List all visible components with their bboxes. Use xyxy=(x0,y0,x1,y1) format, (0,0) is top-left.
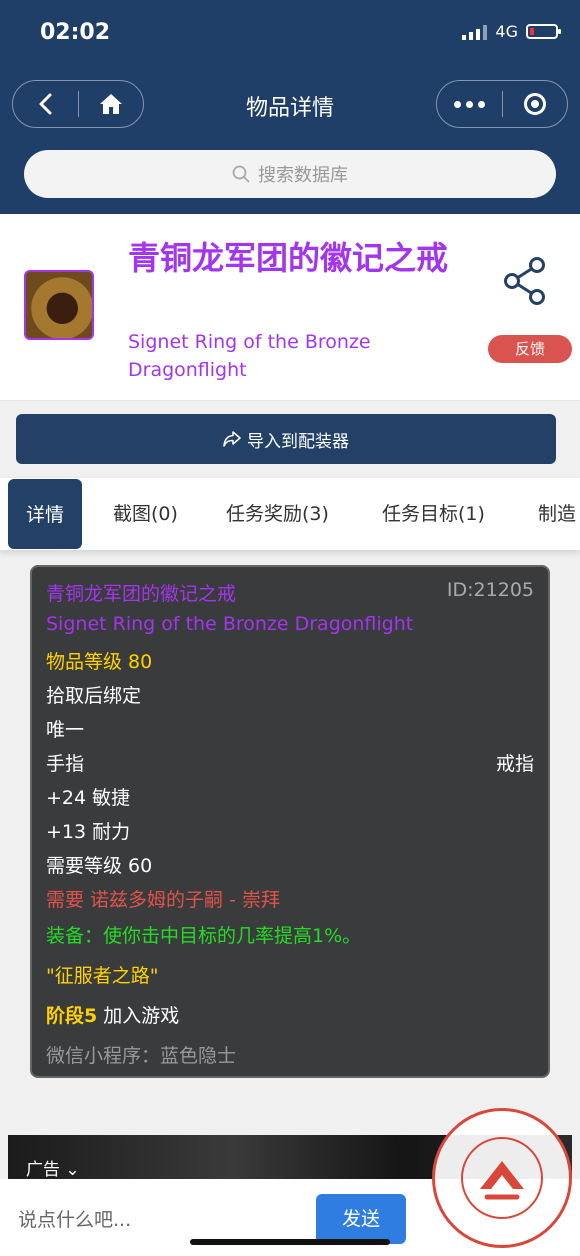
ring-icon xyxy=(24,270,94,340)
tooltip-name-en: Signet Ring of the Bronze Dragonflight xyxy=(46,613,414,635)
feedback-button[interactable]: 反馈 xyxy=(488,335,572,363)
close-miniprogram-button[interactable] xyxy=(503,81,568,127)
item-name-cn: 青铜龙军团的徽记之戒 xyxy=(128,239,449,277)
tooltip-stat-agility: +24 敏捷 xyxy=(46,787,131,809)
item-name-en: Signet Ring of the Bronze Dragonflight xyxy=(128,331,371,381)
tab-bar: 详情 截图(0) 任务奖励(3) 任务目标(1) 制造 xyxy=(0,478,580,550)
tooltip-required-reputation: 需要 诺兹多姆的子嗣 - 崇拜 xyxy=(46,889,280,911)
item-tooltip: 青铜龙军团的徽记之戒 ID:21205 Signet Ring of the B… xyxy=(30,565,550,1078)
ad-label-text: 广告 xyxy=(26,1160,60,1180)
import-to-gear-planner-button[interactable]: 导入到配装器 xyxy=(16,414,556,464)
share-arrow-icon xyxy=(223,431,241,447)
nav-right-capsule xyxy=(436,80,568,128)
top-bar: 02:02 4G 物品详情 搜索数据库 xyxy=(0,0,580,214)
tooltip-slot: 手指 xyxy=(46,753,85,775)
comment-input[interactable]: 说点什么吧... xyxy=(18,1205,131,1232)
tooltip-source: 微信小程序：蓝色隐士 xyxy=(46,1045,237,1067)
search-input[interactable]: 搜索数据库 xyxy=(24,150,556,198)
tooltip-phase-text: 加入游戏 xyxy=(103,1005,180,1027)
tooltip-equip-effect: 装备：使你击中目标的几率提高1%。 xyxy=(46,925,362,947)
tooltip-unique: 唯一 xyxy=(46,719,85,741)
battery-icon xyxy=(526,24,561,39)
seal-emblem-icon xyxy=(461,1137,543,1219)
tooltip-bind: 拾取后绑定 xyxy=(46,685,142,707)
tab-quest-objectives[interactable]: 任务目标(1) xyxy=(382,478,485,550)
signal-icon xyxy=(462,24,488,40)
watermark-seal-logo xyxy=(432,1108,572,1248)
item-header: 青铜龙军团的徽记之戒 Signet Ring of the Bronze Dra… xyxy=(0,214,580,401)
more-button[interactable] xyxy=(437,81,502,127)
network-type: 4G xyxy=(495,22,518,41)
status-indicators: 4G xyxy=(462,22,561,41)
tooltip-phase: 阶段5 加入游戏 xyxy=(46,1001,179,1028)
share-icon xyxy=(504,257,545,305)
tooltip-name: 青铜龙军团的徽记之戒 xyxy=(46,583,237,605)
status-time: 02:02 xyxy=(40,20,111,45)
tooltip-flavor-text: "征服者之路" xyxy=(46,965,159,987)
import-label: 导入到配装器 xyxy=(247,431,349,452)
tooltip-type: 戒指 xyxy=(495,753,534,775)
ad-label[interactable]: 广告 ⌄ xyxy=(26,1155,80,1180)
tooltip-id: ID:21205 xyxy=(446,579,534,601)
send-button[interactable]: 发送 xyxy=(316,1194,406,1244)
target-icon xyxy=(523,93,546,115)
tooltip-required-level: 需要等级 60 xyxy=(46,855,153,877)
share-button[interactable] xyxy=(502,256,548,310)
tab-quest-rewards[interactable]: 任务奖励(3) xyxy=(226,478,329,550)
tab-screenshots[interactable]: 截图(0) xyxy=(113,478,178,550)
search-icon xyxy=(232,165,250,183)
tab-details[interactable]: 详情 xyxy=(8,479,82,549)
tooltip-phase-label: 阶段5 xyxy=(46,1005,98,1027)
home-indicator xyxy=(190,1239,390,1245)
tab-crafting[interactable]: 制造 xyxy=(538,478,576,550)
tooltip-item-level: 物品等级 80 xyxy=(46,651,153,673)
tooltip-stat-stamina: +13 耐力 xyxy=(46,821,131,843)
more-icon xyxy=(453,100,485,108)
chevron-down-icon: ⌄ xyxy=(65,1160,80,1180)
search-placeholder: 搜索数据库 xyxy=(258,165,348,186)
